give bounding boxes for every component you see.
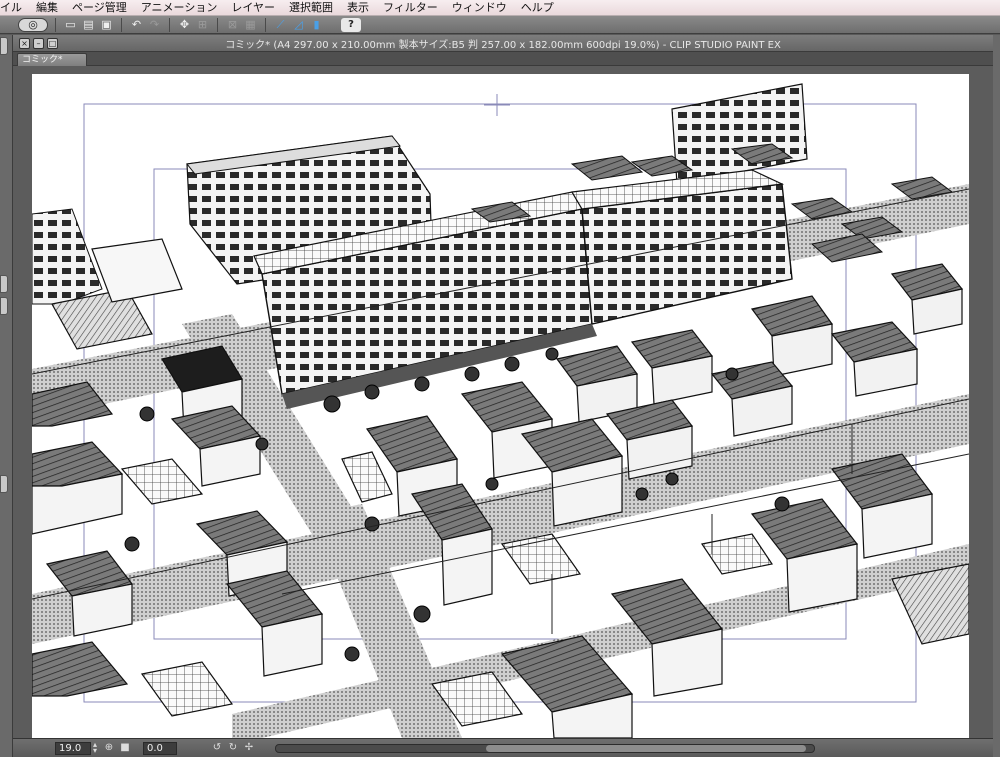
rotate-left-icon[interactable]: ↺ [211,742,223,754]
menu-page[interactable]: ページ管理 [65,0,134,16]
menu-bar: イル 編集 ページ管理 アニメーション レイヤー 選択範囲 表示 フィルター ウ… [0,0,1000,16]
app-logo-icon[interactable]: ◎ [18,17,48,32]
panel-handle[interactable] [0,37,8,55]
new-file-icon[interactable]: ▭ [63,18,78,32]
status-bar: 19.0 ▴ ▾ ⊕ ■ 0.0 ↺ ↻ ✢ [13,738,993,757]
maximize-window-button[interactable]: □ [47,37,58,49]
left-panel-edge [0,35,13,757]
menu-view[interactable]: 表示 [340,0,376,16]
panel-handle[interactable] [0,297,8,315]
close-window-button[interactable]: × [19,37,30,49]
horizontal-scrollbar[interactable] [275,743,815,753]
save-icon[interactable]: ▣ [99,18,114,32]
clip-studio-window: イル 編集 ページ管理 アニメーション レイヤー 選択範囲 表示 フィルター ウ… [0,0,1000,757]
panel-handle[interactable] [0,475,8,493]
fill-icon[interactable]: ▦ [243,18,258,32]
snap-ruler-icon[interactable]: ⟋ [273,18,288,32]
menu-file[interactable]: イル [0,0,29,16]
transform-icon[interactable]: ✥ [177,18,192,32]
menu-help[interactable]: ヘルプ [514,0,561,16]
menu-animation[interactable]: アニメーション [134,0,225,16]
cityscape-illustration [32,83,969,738]
document-title: コミック* (A4 297.00 x 210.00mm 製本サイズ:B5 判 2… [225,39,781,51]
canvas-area[interactable] [13,66,993,738]
toolbar-separator [217,17,218,32]
menu-window[interactable]: ウィンドウ [445,0,514,16]
menu-selection[interactable]: 選択範囲 [282,0,340,16]
toolbar-separator [121,17,122,32]
fit-icon[interactable]: ■ [119,742,131,754]
manga-page[interactable] [32,74,969,738]
window-controls: × – □ [13,37,58,49]
rotate-right-icon[interactable]: ↻ [227,742,239,754]
document-tab[interactable]: コミック* [17,53,87,66]
document-tab-strip: コミック* [13,52,993,66]
deselect-icon[interactable]: ⊠ [225,18,240,32]
snap-grid-icon[interactable]: ▮ [309,18,324,32]
toolbar-separator [169,17,170,32]
scrollbar-thumb[interactable] [486,744,806,752]
snap-special-ruler-icon[interactable]: ◿ [291,18,306,32]
panel-handle[interactable] [0,275,8,293]
document-tab-label: コミック* [22,55,63,65]
zoom-stepper-icon[interactable]: ▴ ▾ [91,740,99,755]
zoom-field[interactable]: 19.0 [55,741,91,755]
redo-icon[interactable]: ↷ [147,18,162,32]
toolbar-separator [265,17,266,32]
undo-icon[interactable]: ↶ [129,18,144,32]
menu-layer[interactable]: レイヤー [224,0,282,16]
open-file-icon[interactable]: ▤ [81,18,96,32]
zoom-in-icon[interactable]: ⊕ [103,742,115,754]
reset-rotation-icon[interactable]: ✢ [243,742,255,754]
help-icon[interactable]: ? [341,17,361,32]
menu-filter[interactable]: フィルター [376,0,445,16]
command-bar: ◎ ▭ ▤ ▣ ↶ ↷ ✥ ⊞ ⊠ ▦ ⟋ ◿ ▮ ? [0,16,1000,34]
document-title-bar: × – □ コミック* (A4 297.00 x 210.00mm 製本サイズ:… [13,35,993,52]
toolbar-separator [55,17,56,32]
select-all-icon[interactable]: ⊞ [195,18,210,32]
menu-edit[interactable]: 編集 [29,0,65,16]
rotation-field[interactable]: 0.0 [143,741,177,755]
right-panel-edge [993,35,1000,757]
minimize-window-button[interactable]: – [33,37,44,49]
